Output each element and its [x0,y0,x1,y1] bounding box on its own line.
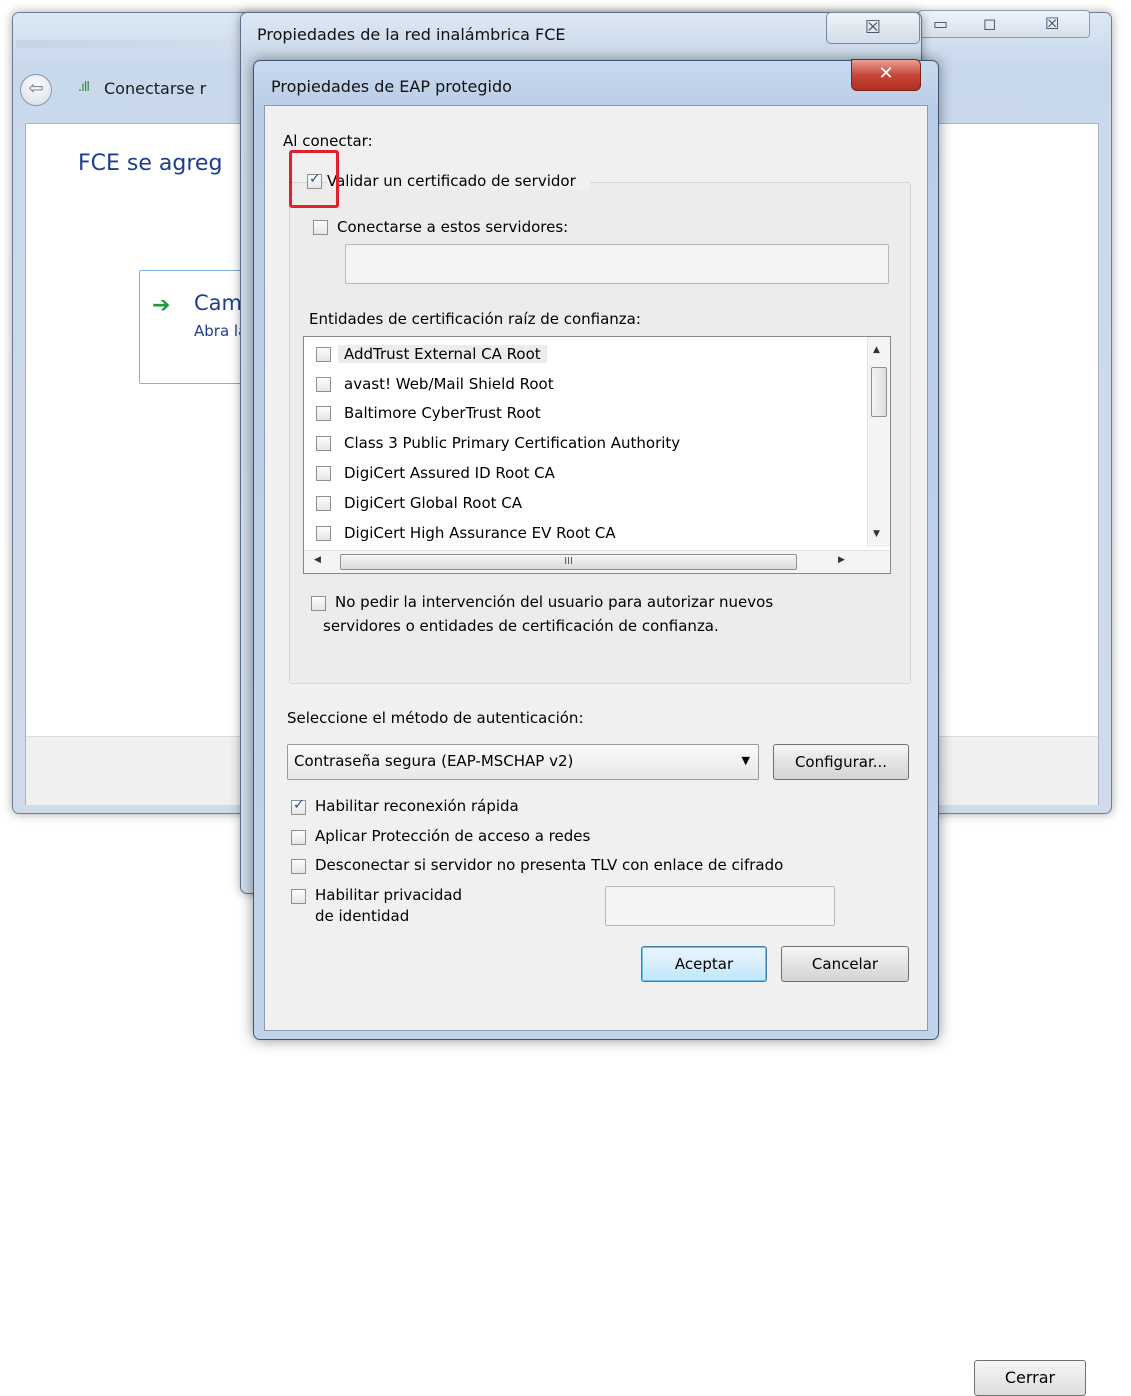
list-item-label: DigiCert Assured ID Root CA [344,464,555,482]
list-item[interactable]: Baltimore CyberTrust Root [312,400,852,428]
scroll-down-icon[interactable]: ▼ [873,529,880,539]
no-prompt-label-line1: No pedir la intervención del usuario par… [335,593,774,611]
green-arrow-icon: ➔ [152,293,171,318]
scroll-thumb[interactable] [871,367,887,417]
trusted-roots-list[interactable]: AddTrust External CA Root avast! Web/Mai… [303,336,891,574]
wireless-signal-icon: .ıll [78,80,90,95]
close-button[interactable]: Cerrar [974,1360,1086,1396]
auth-method-select[interactable]: Contraseña segura (EAP-MSCHAP v2) ▼ [287,744,759,780]
list-item-checkbox[interactable] [316,466,331,481]
fast-reconnect-checkbox[interactable] [291,797,306,815]
nap-label: Aplicar Protección de acceso a redes [315,827,591,845]
dialog-close-icon[interactable]: ✕ [851,59,921,91]
eap-properties-dialog: Propiedades de EAP protegido Al conectar… [253,60,939,1040]
connect-servers-label: Conectarse a estos servidores: [337,218,569,236]
list-item-label: Baltimore CyberTrust Root [344,404,541,422]
window-title: Propiedades de la red inalámbrica FCE [257,25,566,44]
chevron-down-icon: ▼ [741,754,750,767]
breadcrumb: Conectarse r [104,79,207,98]
fast-reconnect-label: Habilitar reconexión rápida [315,797,519,815]
list-item-checkbox[interactable] [316,436,331,451]
list-item-label: DigiCert Global Root CA [344,494,523,512]
horizontal-scrollbar[interactable]: ◀ III ▶ [304,550,890,573]
list-item-checkbox[interactable] [316,526,331,541]
wireless-properties-close-icon[interactable]: ☒ [826,12,920,44]
list-item[interactable]: DigiCert High Assurance EV Root CA [312,520,852,548]
disconnect-tlv-checkbox[interactable] [291,859,306,874]
list-item-checkbox[interactable] [316,347,331,362]
blurred-address-bar [16,40,276,48]
scroll-right-icon[interactable]: ▶ [838,555,845,565]
window-controls: ▭ ◻ ☒ [918,10,1090,38]
on-connect-label: Al conectar: [283,132,373,150]
dialog-title: Propiedades de EAP protegido [271,77,512,96]
identity-privacy-label-line1: Habilitar privacidad [315,886,463,904]
auth-method-label: Seleccione el método de autenticación: [287,709,584,727]
hscroll-thumb[interactable]: III [340,554,797,570]
connect-servers-checkbox[interactable] [313,220,328,235]
list-item-checkbox[interactable] [316,406,331,421]
ok-button[interactable]: Aceptar [641,946,767,982]
scroll-left-icon[interactable]: ◀ [314,555,321,565]
list-item-label: avast! Web/Mail Shield Root [344,375,554,393]
list-item[interactable]: AddTrust External CA Root [312,341,852,369]
list-item-checkbox[interactable] [316,496,331,511]
nap-checkbox[interactable] [291,830,306,845]
list-item-label: DigiCert High Assurance EV Root CA [344,524,616,542]
page-heading: FCE se agreg [78,151,223,176]
validate-certificate-label: Validar un certificado de servidor [327,172,590,190]
servers-input[interactable] [345,244,889,284]
list-item[interactable]: avast! Web/Mail Shield Root [312,371,852,399]
trusted-roots-label: Entidades de certificación raíz de confi… [309,310,641,328]
maximize-icon[interactable]: ◻ [983,14,996,33]
auth-method-value: Contraseña segura (EAP-MSCHAP v2) [294,752,574,770]
highlight-box [289,150,339,208]
configure-button[interactable]: Configurar... [773,744,909,780]
list-item[interactable]: DigiCert Global Root CA [312,490,852,518]
list-item[interactable]: Class 3 Public Primary Certification Aut… [312,430,852,458]
identity-privacy-label-line2: de identidad [315,907,410,925]
list-item-label: AddTrust External CA Root [338,345,547,363]
close-icon[interactable]: ☒ [1045,14,1059,33]
no-prompt-checkbox[interactable] [311,596,326,611]
list-item[interactable]: DigiCert Assured ID Root CA [312,460,852,488]
scroll-up-icon[interactable]: ▲ [873,345,880,355]
list-item-checkbox[interactable] [316,377,331,392]
minimize-icon[interactable]: ▭ [933,14,948,33]
no-prompt-label-line2: servidores o entidades de certificación … [323,617,719,635]
disconnect-tlv-label: Desconectar si servidor no presenta TLV … [315,856,784,874]
vertical-scrollbar[interactable]: ▲ ▼ [867,337,890,547]
identity-privacy-checkbox[interactable] [291,889,306,904]
cancel-button[interactable]: Cancelar [781,946,909,982]
back-arrow-icon[interactable]: ⇦ [20,74,52,106]
list-item-label: Class 3 Public Primary Certification Aut… [344,434,681,452]
dialog-client-area: Al conectar: Validar un certificado de s… [264,105,928,1031]
option-title: Cam [194,291,242,315]
identity-input[interactable] [605,886,835,926]
